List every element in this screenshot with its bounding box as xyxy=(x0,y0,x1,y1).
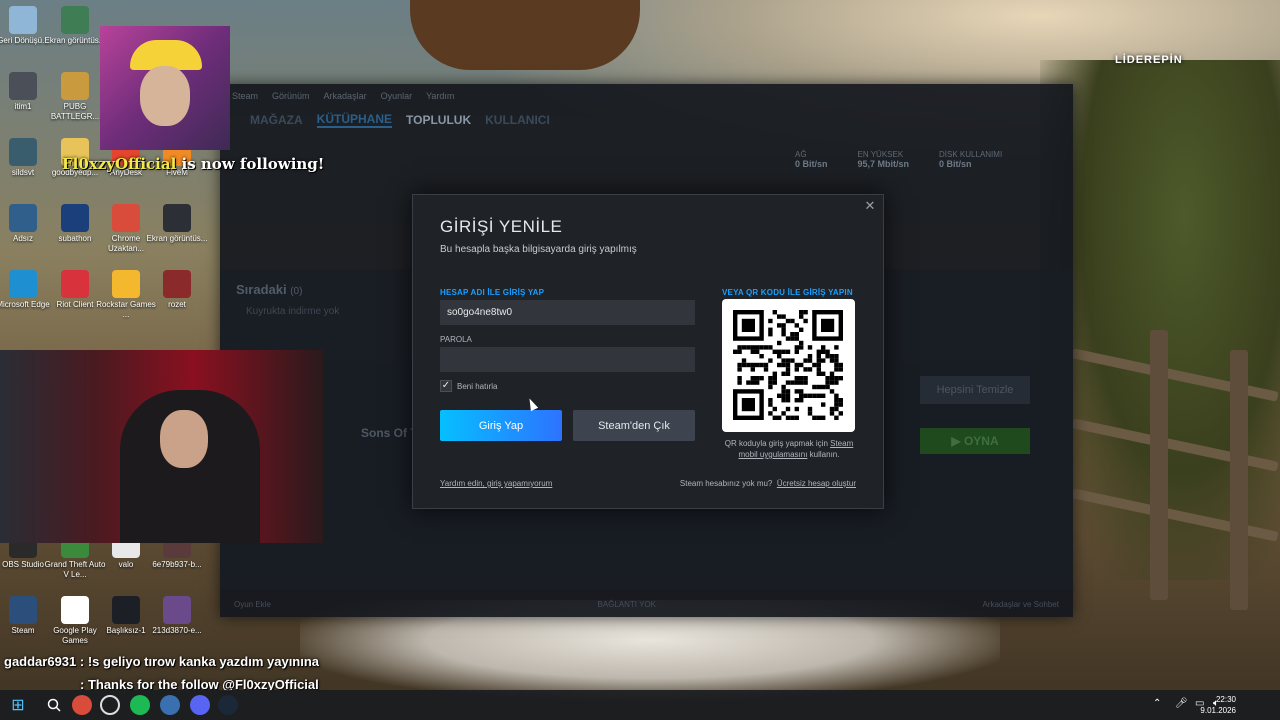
wallpaper-cowboy-hat xyxy=(410,0,640,70)
webcam-bottom xyxy=(0,350,323,543)
obs-icon[interactable] xyxy=(100,695,120,715)
close-icon[interactable]: ✕ xyxy=(863,199,877,213)
nav-profile[interactable]: KULLANICI xyxy=(485,113,550,127)
steam-nav: MAĞAZA KÜTÜPHANE TOPLULUK KULLANICI xyxy=(220,108,1073,132)
chrome-icon[interactable] xyxy=(72,695,92,715)
stat-disk: DİSK KULLANIMI 0 Bit/sn xyxy=(939,150,1003,169)
desktop-icon[interactable]: Ekran görüntüs... xyxy=(146,204,208,244)
recycle-bin-icon xyxy=(9,6,37,34)
clear-all-button[interactable]: Hepsini Temizle xyxy=(920,376,1030,404)
chevron-up-icon[interactable]: ⌃ xyxy=(1153,698,1161,709)
password-label: PAROLA xyxy=(440,335,472,344)
rockstar-icon xyxy=(112,270,140,298)
nav-library[interactable]: KÜTÜPHANE xyxy=(316,112,393,128)
image-icon xyxy=(163,270,191,298)
queue-title: Sıradaki (0) xyxy=(236,282,303,297)
discord-icon[interactable] xyxy=(190,695,210,715)
remember-me-label: Beni hatırla xyxy=(457,382,498,391)
menu-games[interactable]: Oyunlar xyxy=(381,91,413,101)
menu-steam[interactable]: Steam xyxy=(232,91,258,101)
download-stats: AĞ 0 Bit/sn EN YÜKSEK 95,7 Mbit/sn DİSK KU… xyxy=(795,150,1002,169)
screenshot-icon xyxy=(61,6,89,34)
image-icon xyxy=(112,596,140,624)
queue-empty-text: Kuyrukta indirme yok xyxy=(246,306,340,317)
photoshop-icon xyxy=(61,204,89,232)
riot-icon xyxy=(61,270,89,298)
steam-menu-bar: Steam Görünüm Arkadaşlar Oyunlar Yardım xyxy=(220,84,1073,108)
account-label: HESAP ADI İLE GİRİŞ YAP xyxy=(440,288,545,297)
friends-chat-button[interactable]: Arkadaşlar ve Sohbet xyxy=(982,600,1059,609)
desktop-icon-label: Ekran görüntüs... xyxy=(44,36,106,45)
menu-view[interactable]: Görünüm xyxy=(272,91,310,101)
desktop-icon-label: PUBG BATTLEGR... xyxy=(50,102,100,121)
taskbar: ⊞ ⌃ 🎤︎ ▭ 🔈︎ 22:30 9.01.2026 xyxy=(0,690,1280,720)
connection-status: BAĞLANTI YOK xyxy=(597,599,656,609)
screenshot-icon xyxy=(163,204,191,232)
microphone-icon[interactable]: 🎤︎ xyxy=(1175,698,1188,709)
file-icon xyxy=(9,72,37,100)
desktop-icon[interactable]: PUBG BATTLEGR... xyxy=(44,72,106,122)
stat-peak: EN YÜKSEK 95,7 Mbit/sn xyxy=(857,150,910,169)
desktop-icon[interactable]: rozet xyxy=(146,270,208,310)
pubg-icon xyxy=(61,72,89,100)
streamer-face xyxy=(140,66,190,126)
stat-network: AĞ 0 Bit/sn xyxy=(795,150,828,169)
webcam-top xyxy=(100,26,230,150)
menu-friends[interactable]: Arkadaşlar xyxy=(324,91,367,101)
edge-icon xyxy=(9,270,37,298)
desktop-icon-label: 6e79b937-b... xyxy=(152,560,202,569)
dialog-subtitle: Bu hesapla başka bilgisayarda giriş yapı… xyxy=(440,244,637,255)
create-account-link[interactable]: Ücretsiz hesap oluştur xyxy=(777,479,856,488)
clock[interactable]: 22:30 9.01.2026 xyxy=(1200,694,1236,716)
search-icon[interactable] xyxy=(44,695,64,715)
account-name-input[interactable] xyxy=(440,300,695,325)
remember-me-checkbox[interactable]: ✓ xyxy=(440,380,452,392)
desktop-icon[interactable]: Ekran görüntüs... xyxy=(44,6,106,46)
exit-steam-button[interactable]: Steam'den Çık xyxy=(573,410,695,441)
steam-icon[interactable] xyxy=(218,695,238,715)
nav-community[interactable]: TOPLULUK xyxy=(406,113,471,127)
image-icon xyxy=(9,204,37,232)
game-title: Sons Of T xyxy=(361,426,418,440)
password-input[interactable] xyxy=(440,347,695,372)
image-icon xyxy=(163,596,191,624)
steam-icon xyxy=(9,596,37,624)
image-icon xyxy=(9,138,37,166)
menu-help[interactable]: Yardım xyxy=(426,91,454,101)
brand-logo: LİDEREPİN xyxy=(1115,54,1183,66)
follow-alert: Fl0xzyOfficial is now following! xyxy=(62,155,325,173)
steam-footer: Oyun Ekle BAĞLANTI YOK Arkadaşlar ve Soh… xyxy=(220,591,1073,617)
clock-date: 9.01.2026 xyxy=(1200,706,1236,715)
network-icon[interactable] xyxy=(160,695,180,715)
qr-label: VEYA QR KODU İLE GİRİŞ YAPIN xyxy=(722,288,853,297)
no-account-text: Steam hesabınız yok mu? Ücretsiz hesap o… xyxy=(679,479,856,488)
wallpaper-fence xyxy=(1070,330,1280,630)
desktop-icon-label: rozet xyxy=(168,300,186,309)
dialog-title: GİRİŞİ YENİLE xyxy=(440,217,563,236)
document-icon xyxy=(61,596,89,624)
login-dialog: ✕ GİRİŞİ YENİLE Bu hesapla başka bilgisa… xyxy=(412,194,884,509)
spotify-icon[interactable] xyxy=(130,695,150,715)
add-game-button[interactable]: Oyun Ekle xyxy=(234,600,271,609)
play-button[interactable]: ▶ OYNA xyxy=(920,428,1030,454)
qr-caption: QR koduyla giriş yapmak için Steam mobil… xyxy=(724,439,854,459)
login-button[interactable]: Giriş Yap xyxy=(440,410,562,441)
clock-time: 22:30 xyxy=(1215,695,1236,704)
desktop-icon[interactable]: 213d3870-e... xyxy=(146,596,208,636)
qr-code xyxy=(722,299,855,432)
nav-store[interactable]: MAĞAZA xyxy=(250,113,303,127)
streamer-face-2 xyxy=(160,410,208,468)
start-button[interactable]: ⊞ xyxy=(8,695,28,715)
help-link[interactable]: Yardım edin, giriş yapamıyorum xyxy=(440,479,552,488)
desktop-icon-label: Ekran görüntüs... xyxy=(146,234,208,243)
chrome-remote-icon xyxy=(112,204,140,232)
chat-message-1: gaddar6931 : !s geliyo tırow kanka yazdı… xyxy=(4,654,320,669)
desktop-icon-label: 213d3870-e... xyxy=(152,626,202,635)
